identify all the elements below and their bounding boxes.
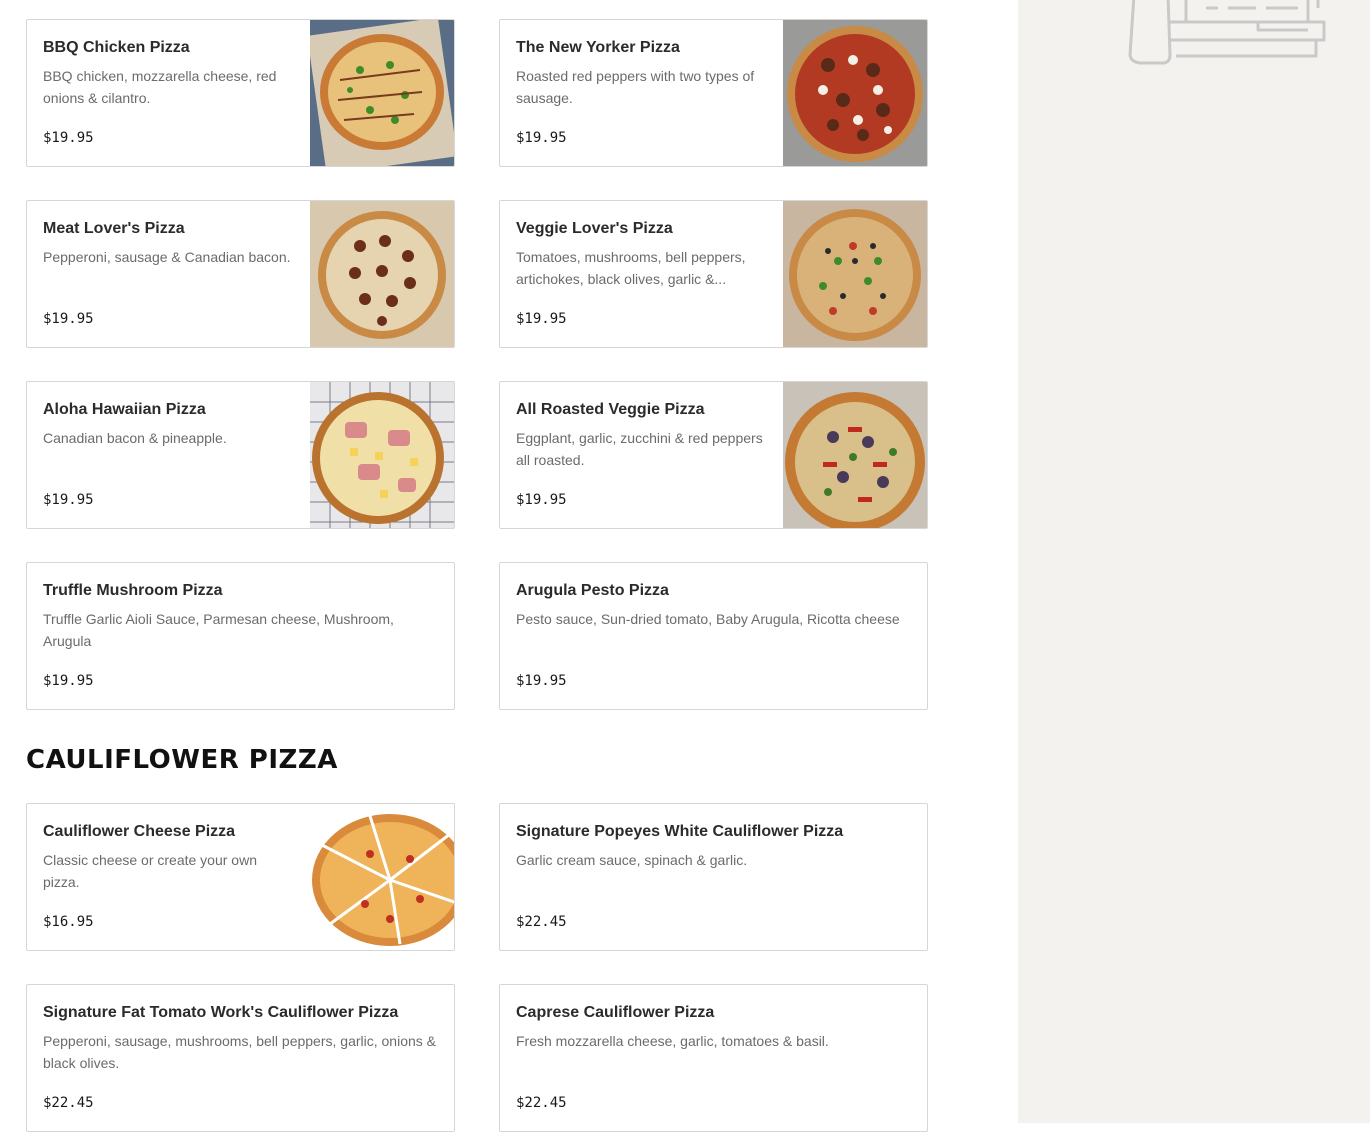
menu-item-card[interactable]: Caprese Cauliflower Pizza Fresh mozzarel…: [499, 984, 928, 1132]
item-price: $22.45: [516, 914, 567, 930]
pizza-photo: [310, 20, 454, 166]
item-price: $22.45: [516, 1095, 567, 1111]
item-name: Cauliflower Cheese Pizza: [43, 823, 236, 840]
item-price: $16.95: [43, 914, 94, 930]
item-description: Pesto sauce, Sun-dried tomato, Baby Arug…: [516, 611, 900, 627]
item-price: $22.45: [43, 1095, 94, 1111]
menu-item-card[interactable]: Veggie Lover's Pizza Tomatoes, mushrooms…: [499, 200, 928, 348]
pizza-photo: [310, 201, 454, 347]
menu-item-text: The New Yorker Pizza Roasted red peppers…: [516, 38, 767, 109]
item-name: All Roasted Veggie Pizza: [516, 401, 705, 418]
menu-item-text: Aloha Hawaiian Pizza Canadian bacon & pi…: [43, 400, 294, 449]
item-name: The New Yorker Pizza: [516, 39, 680, 56]
pizza-photo: [310, 382, 454, 528]
menu-item-text: Truffle Mushroom Pizza Truffle Garlic Ai…: [43, 581, 438, 652]
item-price: $19.95: [516, 311, 567, 327]
item-description: Garlic cream sauce, spinach & garlic.: [516, 852, 748, 868]
item-name: Veggie Lover's Pizza: [516, 220, 673, 237]
item-price: $19.95: [516, 130, 567, 146]
menu-item-card[interactable]: Signature Popeyes White Cauliflower Pizz…: [499, 803, 928, 951]
item-description: Eggplant, garlic, zucchini & red peppers…: [516, 430, 763, 468]
item-price: $19.95: [516, 673, 567, 689]
item-name: Aloha Hawaiian Pizza: [43, 401, 206, 418]
item-price: $19.95: [43, 492, 94, 508]
item-name: Arugula Pesto Pizza: [516, 582, 669, 599]
menu-item-card[interactable]: Arugula Pesto Pizza Pesto sauce, Sun-dri…: [499, 562, 928, 710]
menu-main: BBQ Chicken Pizza BBQ chicken, mozzarell…: [0, 0, 1018, 1132]
item-description: Truffle Garlic Aioli Sauce, Parmesan che…: [43, 611, 394, 649]
item-description: BBQ chicken, mozzarella cheese, red onio…: [43, 68, 277, 106]
pizza-photo: [783, 20, 927, 166]
item-price: $19.95: [43, 311, 94, 327]
pizza-grid: BBQ Chicken Pizza BBQ chicken, mozzarell…: [26, 19, 928, 710]
cauliflower-grid: Cauliflower Cheese Pizza Classic cheese …: [26, 803, 928, 1132]
menu-item-text: BBQ Chicken Pizza BBQ chicken, mozzarell…: [43, 38, 294, 109]
item-description: Fresh mozzarella cheese, garlic, tomatoe…: [516, 1033, 829, 1049]
menu-item-text: Caprese Cauliflower Pizza Fresh mozzarel…: [516, 1003, 911, 1052]
menu-item-text: Signature Popeyes White Cauliflower Pizz…: [516, 822, 911, 871]
bag-illustration-icon: [1128, 0, 1326, 65]
menu-item-card[interactable]: Aloha Hawaiian Pizza Canadian bacon & pi…: [26, 381, 455, 529]
item-name: Signature Popeyes White Cauliflower Pizz…: [516, 823, 844, 840]
item-description: Pepperoni, sausage & Canadian bacon.: [43, 249, 291, 265]
menu-item-card[interactable]: Meat Lover's Pizza Pepperoni, sausage & …: [26, 200, 455, 348]
menu-item-text: Cauliflower Cheese Pizza Classic cheese …: [43, 822, 294, 893]
menu-item-card[interactable]: Truffle Mushroom Pizza Truffle Garlic Ai…: [26, 562, 455, 710]
menu-item-card[interactable]: All Roasted Veggie Pizza Eggplant, garli…: [499, 381, 928, 529]
item-name: Meat Lover's Pizza: [43, 220, 185, 237]
pizza-photo: [783, 201, 927, 347]
item-price: $19.95: [43, 130, 94, 146]
menu-item-card[interactable]: Cauliflower Cheese Pizza Classic cheese …: [26, 803, 455, 951]
menu-item-text: All Roasted Veggie Pizza Eggplant, garli…: [516, 400, 767, 471]
menu-item-card[interactable]: The New Yorker Pizza Roasted red peppers…: [499, 19, 928, 167]
item-description: Tomatoes, mushrooms, bell peppers, artic…: [516, 249, 746, 287]
item-name: Signature Fat Tomato Work's Cauliflower …: [43, 1004, 399, 1021]
item-name: Truffle Mushroom Pizza: [43, 582, 223, 599]
item-description: Classic cheese or create your own pizza.: [43, 852, 257, 890]
pizza-photo: [783, 382, 927, 528]
item-description: Canadian bacon & pineapple.: [43, 430, 227, 446]
item-description: Roasted red peppers with two types of sa…: [516, 68, 755, 106]
menu-item-card[interactable]: Signature Fat Tomato Work's Cauliflower …: [26, 984, 455, 1132]
section-title: CAULIFLOWER PIZZA: [26, 745, 338, 775]
item-price: $19.95: [516, 492, 567, 508]
item-name: Caprese Cauliflower Pizza: [516, 1004, 715, 1021]
menu-item-text: Arugula Pesto Pizza Pesto sauce, Sun-dri…: [516, 581, 911, 630]
menu-item-text: Signature Fat Tomato Work's Cauliflower …: [43, 1003, 438, 1074]
menu-item-text: Veggie Lover's Pizza Tomatoes, mushrooms…: [516, 219, 767, 290]
item-description: Pepperoni, sausage, mushrooms, bell pepp…: [43, 1033, 436, 1071]
item-name: BBQ Chicken Pizza: [43, 39, 190, 56]
item-price: $19.95: [43, 673, 94, 689]
menu-item-text: Meat Lover's Pizza Pepperoni, sausage & …: [43, 219, 294, 268]
pizza-photo: [310, 804, 454, 950]
menu-item-card[interactable]: BBQ Chicken Pizza BBQ chicken, mozzarell…: [26, 19, 455, 167]
sidebar: [1018, 0, 1370, 1123]
